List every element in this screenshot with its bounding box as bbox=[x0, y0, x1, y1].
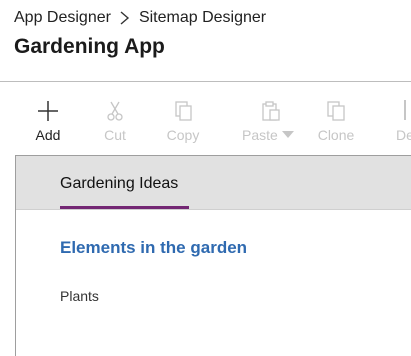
area-gardening-ideas[interactable]: Gardening Ideas bbox=[60, 175, 178, 193]
paste-button[interactable]: Paste bbox=[234, 96, 304, 148]
delete-icon bbox=[404, 100, 406, 120]
delete-button[interactable]: De bbox=[394, 96, 411, 148]
add-button[interactable]: Add bbox=[18, 96, 78, 148]
area-selected-underline bbox=[60, 206, 189, 209]
clone-icon bbox=[327, 101, 345, 121]
sitemap-canvas: Gardening Ideas Elements in the garden P… bbox=[15, 155, 411, 356]
copy-icon bbox=[175, 101, 192, 121]
cut-label: Cut bbox=[104, 127, 126, 143]
copy-label: Copy bbox=[166, 127, 200, 143]
scissors-icon bbox=[107, 101, 123, 121]
area-header[interactable]: Gardening Ideas bbox=[16, 156, 411, 210]
chevron-right-icon bbox=[120, 11, 130, 25]
delete-label: De bbox=[396, 127, 411, 143]
copy-button[interactable]: Copy bbox=[153, 96, 213, 148]
breadcrumb: App Designer Sitemap Designer bbox=[14, 9, 266, 27]
header-divider bbox=[0, 81, 411, 82]
breadcrumb-app-designer[interactable]: App Designer bbox=[14, 9, 111, 27]
clone-button[interactable]: Clone bbox=[306, 96, 366, 148]
page-title: Gardening App bbox=[14, 35, 165, 58]
group-elements-in-the-garden[interactable]: Elements in the garden bbox=[60, 238, 247, 258]
paste-label-text: Paste bbox=[242, 127, 278, 143]
subarea-plants[interactable]: Plants bbox=[60, 288, 99, 304]
add-label: Add bbox=[35, 127, 61, 143]
cut-button[interactable]: Cut bbox=[85, 96, 145, 148]
command-bar: Add Cut Copy Paste Clone De bbox=[0, 96, 411, 152]
breadcrumb-sitemap-designer: Sitemap Designer bbox=[138, 9, 267, 26]
caret-down-icon bbox=[281, 131, 294, 138]
paste-icon bbox=[262, 101, 280, 121]
clone-label: Clone bbox=[317, 127, 355, 143]
paste-label: Paste bbox=[242, 127, 304, 143]
sitemap-designer-window: App Designer Sitemap Designer Gardening … bbox=[0, 0, 411, 356]
plus-icon bbox=[38, 101, 58, 121]
